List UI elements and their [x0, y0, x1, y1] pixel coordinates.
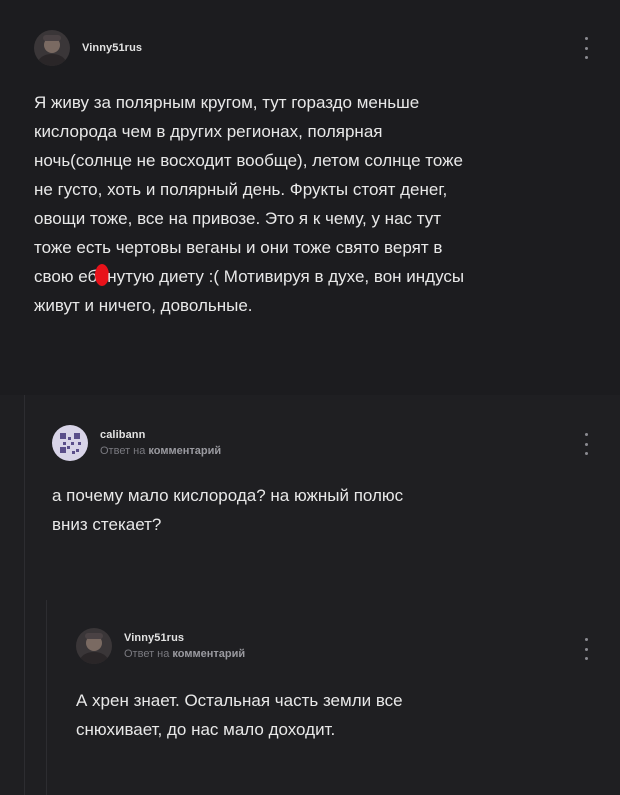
comment-thread: Vinny51rus Я живу за полярным кругом, ту…	[0, 0, 620, 795]
comment-body: А хрен знает. Остальная часть земли все …	[76, 691, 403, 739]
avatar[interactable]	[76, 628, 112, 664]
reply-indicator: Ответ на комментарий	[124, 648, 246, 660]
comment-root: Vinny51rus Я живу за полярным кругом, ту…	[0, 0, 620, 395]
comment-reply: calibann Ответ на комментарий а почему м…	[0, 395, 620, 600]
reply-target-link[interactable]: комментарий	[172, 648, 245, 660]
author-name[interactable]: Vinny51rus	[124, 632, 245, 644]
author-name[interactable]: Vinny51rus	[82, 42, 142, 54]
thread-line	[46, 600, 47, 795]
thread-line	[24, 600, 25, 795]
comment-header: calibann Ответ на комментарий	[52, 425, 221, 461]
kebab-icon[interactable]	[581, 433, 591, 455]
comment-header: Vinny51rus Ответ на комментарий	[76, 628, 245, 664]
avatar[interactable]	[34, 30, 70, 66]
comment-body: Я живу за полярным кругом, тут гораздо м…	[34, 88, 604, 320]
kebab-icon[interactable]	[581, 37, 591, 59]
comment-body: а почему мало кислорода? на южный полюс …	[52, 486, 404, 534]
comment-reply-nested: Vinny51rus Ответ на комментарий А хрен з…	[0, 600, 620, 795]
comment-text-part1: Я живу за полярным кругом, тут гораздо м…	[34, 93, 463, 286]
reply-target-link[interactable]: комментарий	[148, 445, 221, 457]
author-name[interactable]: calibann	[100, 429, 221, 441]
kebab-icon[interactable]	[581, 638, 591, 660]
avatar[interactable]	[52, 425, 88, 461]
comment-header: Vinny51rus	[34, 30, 142, 66]
thread-line	[24, 395, 25, 600]
reply-indicator: Ответ на комментарий	[100, 445, 222, 457]
